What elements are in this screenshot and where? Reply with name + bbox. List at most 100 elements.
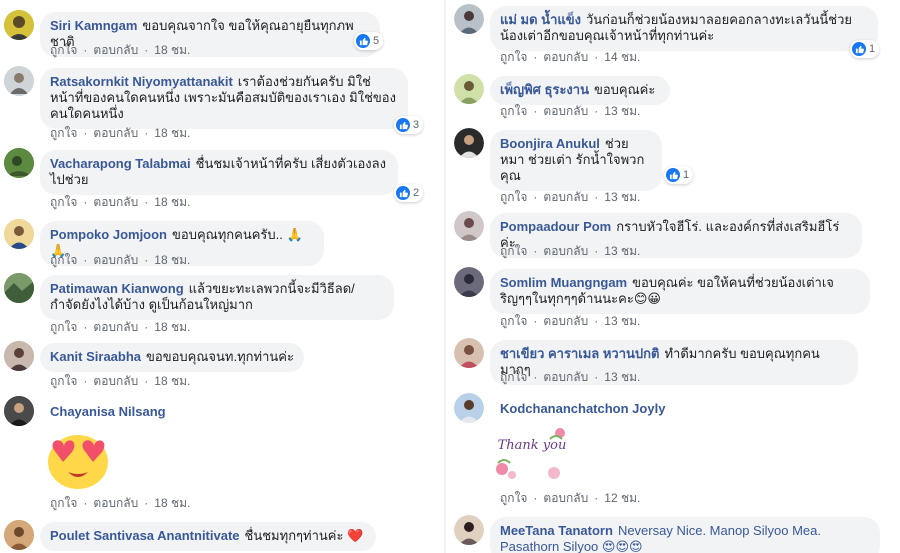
comment-item: Boonjira Anukul ช่วยหมา ช่วยเต่า รักน้ำใจ… (454, 128, 900, 204)
comment-meta: ถูกใจ · ตอบกลับ · 13 ชม. (500, 314, 641, 328)
comment-author[interactable]: Pompaadour Pom (500, 219, 611, 234)
reply-link[interactable]: ตอบกลับ (543, 50, 588, 64)
like-link[interactable]: ถูกใจ (50, 253, 77, 267)
reaction-count[interactable]: 5 (354, 32, 384, 50)
comment-time[interactable]: 12 ชม. (604, 491, 640, 505)
avatar[interactable] (454, 338, 484, 368)
avatar[interactable] (4, 520, 34, 550)
comment-text: ขอบคุณค่ะ (593, 82, 656, 97)
like-link[interactable]: ถูกใจ (500, 314, 527, 328)
comment-author[interactable]: Somlim Muangngam (500, 275, 627, 290)
comment-author[interactable]: Kanit Siraabha (50, 349, 141, 364)
comment-author[interactable]: Boonjira Anukul (500, 136, 600, 151)
reply-link[interactable]: ตอบกลับ (93, 195, 138, 209)
comment-time[interactable]: 18 ชม. (154, 374, 190, 388)
comment-meta: ถูกใจ · ตอบกลับ · 18 ชม. (50, 374, 191, 388)
reply-link[interactable]: ตอบกลับ (543, 491, 588, 505)
comment-time[interactable]: 18 ชม. (154, 496, 190, 510)
avatar[interactable] (4, 219, 34, 249)
comment-item: Ratsakornkit Niyomyattanakit เราต้องช่วยก… (4, 66, 440, 142)
reaction-count[interactable]: 1 (850, 40, 880, 58)
comment-author[interactable]: Pompoko Jomjoon (50, 227, 167, 242)
comment-meta: ถูกใจ · ตอบกลับ · 18 ชม. (50, 43, 191, 57)
avatar[interactable] (454, 515, 484, 545)
comment-item: ชาเขียว คาราเมล หวานปกติ ทำดีมากครับ ขอบค… (454, 338, 900, 386)
comment-time[interactable]: 18 ชม. (154, 43, 190, 57)
comment-author[interactable]: MeeTana Tanatorn (500, 523, 613, 538)
comment-bubble: MeeTana Tanatorn Neversay Nice. Manop Sil… (490, 517, 880, 553)
comment-time[interactable]: 18 ชม. (154, 126, 190, 140)
heart-eyes-sticker[interactable] (42, 428, 114, 492)
comment-time[interactable]: 13 ชม. (604, 104, 640, 118)
like-link[interactable]: ถูกใจ (50, 374, 77, 388)
comment-author[interactable]: ชาเขียว คาราเมล หวานปกติ (500, 346, 659, 361)
reply-link[interactable]: ตอบกลับ (93, 253, 138, 267)
comment-bubble: แม่ มด น้ำแข็ง วันก่อนก็ช่วยน้องหมาลอยคอก… (490, 6, 878, 51)
comment-author[interactable]: Chayanisa Nilsang (50, 404, 166, 419)
like-link[interactable]: ถูกใจ (500, 491, 527, 505)
comment-author[interactable]: Vacharapong Talabmai (50, 156, 191, 171)
reply-link[interactable]: ตอบกลับ (93, 320, 138, 334)
comment-item: Pompaadour Pom กราบหัวใจฮีโร่. และองค์กรท… (454, 211, 900, 261)
avatar[interactable] (454, 74, 484, 104)
like-icon (396, 118, 410, 132)
like-link[interactable]: ถูกใจ (50, 195, 77, 209)
avatar[interactable] (4, 148, 34, 178)
comment-bubble: Poulet Santivasa Anantnitivate ชื่นชมทุกๆ… (40, 522, 376, 551)
comment-time[interactable]: 13 ชม. (604, 244, 640, 258)
comment-author[interactable]: แม่ มด น้ำแข็ง (500, 12, 581, 27)
reply-link[interactable]: ตอบกลับ (93, 43, 138, 57)
comment-time[interactable]: 13 ชม. (604, 370, 640, 384)
avatar[interactable] (4, 66, 34, 96)
comment-author[interactable]: Poulet Santivasa Anantnitivate (50, 528, 240, 543)
reply-link[interactable]: ตอบกลับ (543, 104, 588, 118)
avatar[interactable] (454, 128, 484, 158)
comment-time[interactable]: 13 ชม. (604, 314, 640, 328)
avatar[interactable] (4, 341, 34, 371)
avatar[interactable] (4, 396, 34, 426)
comment-author[interactable]: เพ็ญพิศ ธุระงาน (500, 82, 589, 97)
comment-author[interactable]: Siri Kamngam (50, 18, 137, 33)
like-link[interactable]: ถูกใจ (500, 190, 527, 204)
comment-time[interactable]: 14 ชม. (604, 50, 640, 64)
thank-you-sticker[interactable]: Thank you (494, 423, 570, 483)
comment-time[interactable]: 18 ชม. (154, 320, 190, 334)
comment-time[interactable]: 18 ชม. (154, 253, 190, 267)
reply-link[interactable]: ตอบกลับ (93, 374, 138, 388)
reply-link[interactable]: ตอบกลับ (543, 244, 588, 258)
comment-meta: ถูกใจ · ตอบกลับ · 18 ชม. (50, 320, 191, 334)
reply-link[interactable]: ตอบกลับ (93, 496, 138, 510)
like-link[interactable]: ถูกใจ (50, 43, 77, 57)
comment-meta: ถูกใจ · ตอบกลับ · 13 ชม. (500, 370, 641, 384)
reply-link[interactable]: ตอบกลับ (543, 370, 588, 384)
reaction-count[interactable]: 1 (664, 166, 694, 184)
reaction-count[interactable]: 3 (394, 116, 424, 134)
like-icon (852, 42, 866, 56)
comment-bubble: Vacharapong Talabmai ชื่นชมเจ้าหน้าที่ครั… (40, 150, 398, 195)
like-link[interactable]: ถูกใจ (500, 244, 527, 258)
like-link[interactable]: ถูกใจ (500, 104, 527, 118)
comment-time[interactable]: 18 ชม. (154, 195, 190, 209)
like-link[interactable]: ถูกใจ (50, 320, 77, 334)
reply-link[interactable]: ตอบกลับ (543, 190, 588, 204)
reply-link[interactable]: ตอบกลับ (543, 314, 588, 328)
like-link[interactable]: ถูกใจ (500, 370, 527, 384)
reaction-count[interactable]: 2 (394, 184, 424, 202)
like-link[interactable]: ถูกใจ (500, 50, 527, 64)
avatar[interactable] (454, 211, 484, 241)
avatar[interactable] (454, 393, 484, 423)
like-link[interactable]: ถูกใจ (50, 126, 77, 140)
avatar[interactable] (4, 273, 34, 303)
like-link[interactable]: ถูกใจ (50, 496, 77, 510)
comment-time[interactable]: 13 ชม. (604, 190, 640, 204)
avatar[interactable] (454, 4, 484, 34)
avatar[interactable] (454, 267, 484, 297)
comment-author[interactable]: Patimawan Kianwong (50, 281, 184, 296)
avatar[interactable] (4, 10, 34, 40)
comment-author[interactable]: Kodchananchatchon Joyly (500, 401, 665, 416)
comment-meta: ถูกใจ · ตอบกลับ · 12 ชม. (500, 491, 641, 505)
comment-item: Chayanisa Nilsang ถูกใจ · ตอบกลับ · 18 ชม. (4, 396, 440, 512)
comment-bubble: Ratsakornkit Niyomyattanakit เราต้องช่วยก… (40, 68, 408, 129)
reply-link[interactable]: ตอบกลับ (93, 126, 138, 140)
comment-author[interactable]: Ratsakornkit Niyomyattanakit (50, 74, 233, 89)
